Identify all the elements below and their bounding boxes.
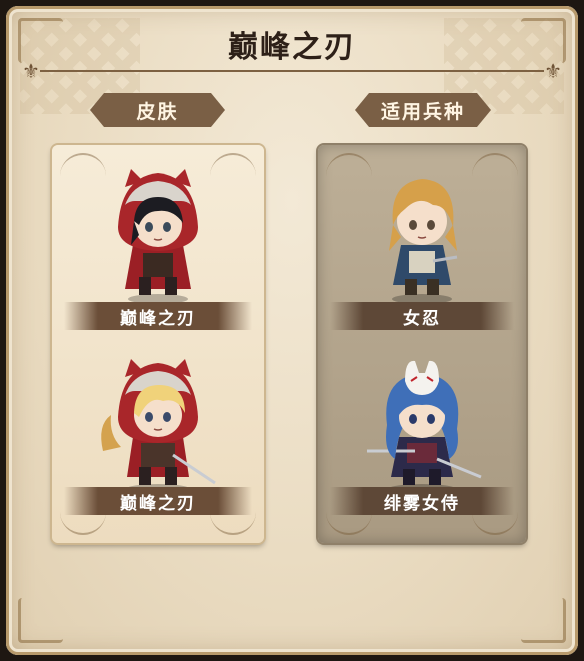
units-section-header: 适用兵种 [355,93,491,127]
skin-slot[interactable]: 巅峰之刃 [52,335,264,525]
female-ninja-character-icon [389,179,458,304]
skin-name-label: 巅峰之刃 [64,487,252,515]
title-divider [40,70,544,72]
panel-title: 巅峰之刃 [228,30,356,65]
applicable-units-card: 女忍 绯雾女侍 [318,145,526,543]
unit-slot[interactable]: 绯雾女侍 [318,335,526,525]
corner-ornament-icon [521,598,566,643]
skins-card: 巅峰之刃 巅峰之刃 [52,145,264,543]
fox-mask-swordswoman-character-icon [367,360,482,494]
corner-ornament-icon [18,598,63,643]
skins-section-header: 皮肤 [90,93,225,127]
fleur-de-lis-icon: ⚜ [22,59,40,83]
unit-name-label: 绯雾女侍 [330,487,514,515]
unit-name-label: 女忍 [330,302,514,330]
red-hood-blonde-hair-character-icon [101,359,216,494]
skin-slot[interactable]: 巅峰之刃 [52,145,264,335]
red-hood-black-hair-character-icon [118,169,198,304]
unit-slot[interactable]: 女忍 [318,145,526,335]
skin-name-label: 巅峰之刃 [64,302,252,330]
fleur-de-lis-icon: ⚜ [544,59,562,83]
